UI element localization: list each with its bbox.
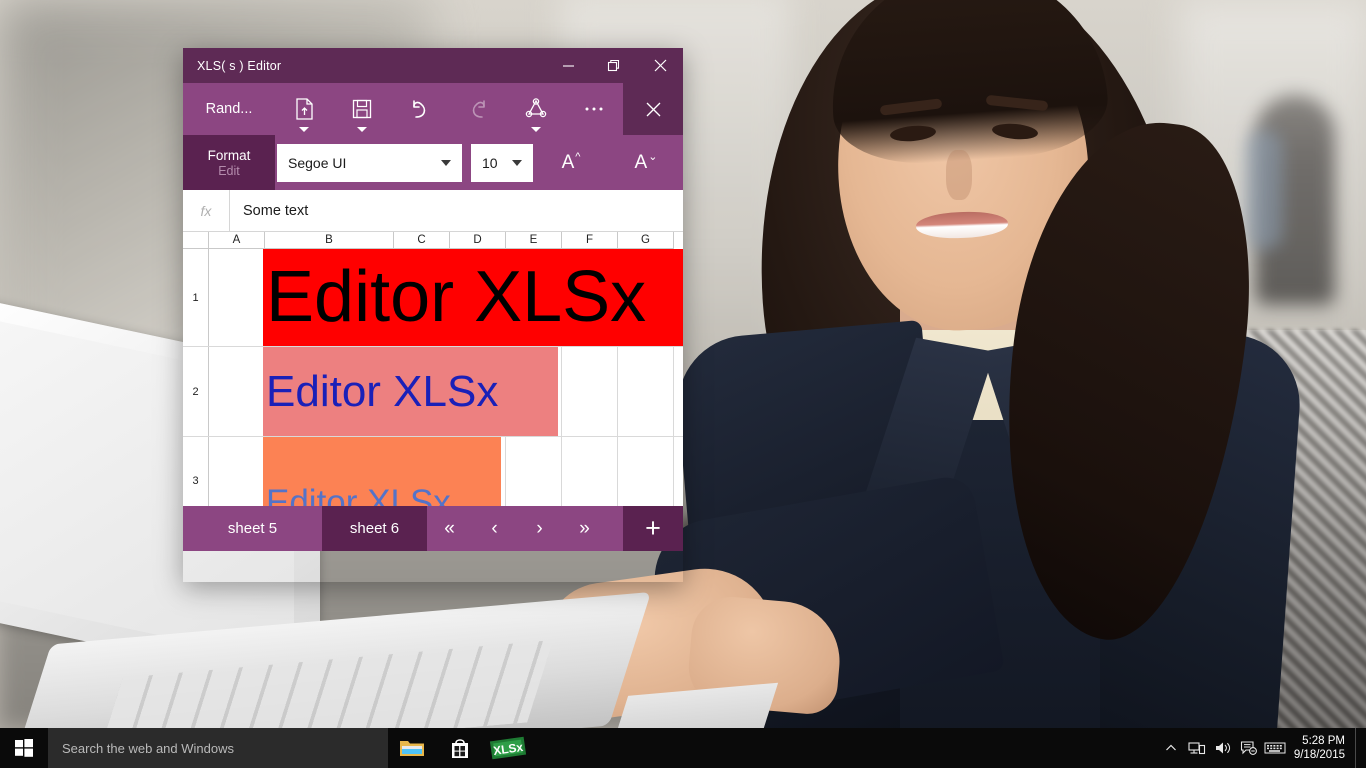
format-toolbar: Format Edit Segoe UI 10 A ^ A ⌄ bbox=[183, 135, 683, 190]
restore-button[interactable] bbox=[591, 48, 637, 83]
redo-button[interactable] bbox=[449, 83, 507, 135]
grow-font-button[interactable]: A ^ bbox=[533, 135, 608, 190]
row-header-2[interactable]: 2 bbox=[183, 347, 209, 436]
font-size-select[interactable]: 10 bbox=[471, 144, 533, 182]
clock[interactable]: 5:28 PM 9/18/2015 bbox=[1288, 734, 1355, 762]
clock-date: 9/18/2015 bbox=[1293, 749, 1345, 761]
first-sheet-icon[interactable]: « bbox=[427, 506, 472, 551]
column-header-c[interactable]: C bbox=[394, 232, 450, 249]
last-sheet-icon[interactable]: » bbox=[562, 506, 607, 551]
add-sheet-button[interactable]: + bbox=[623, 506, 683, 551]
search-input[interactable]: Search the web and Windows bbox=[48, 728, 388, 768]
new-document-caret-icon[interactable] bbox=[299, 127, 309, 132]
grow-font-label: A bbox=[561, 151, 575, 173]
shrink-font-label: A bbox=[634, 151, 648, 173]
clock-time: 5:28 PM bbox=[1302, 735, 1345, 747]
column-header-row: ABCDEFG bbox=[183, 232, 683, 249]
font-size-chevron-down-icon[interactable] bbox=[512, 160, 522, 166]
tab-edit[interactable]: Edit bbox=[218, 164, 240, 178]
search-placeholder: Search the web and Windows bbox=[62, 740, 234, 756]
sheet-tab-bar: sheet 5 sheet 6 «‹ ›» + bbox=[183, 506, 683, 551]
window-title: XLS( s ) Editor bbox=[197, 58, 282, 73]
sheet-tabs: sheet 5 sheet 6 bbox=[183, 506, 427, 551]
windows-taskbar: Search the web and Windows XLSx 5:28 PM … bbox=[0, 728, 1366, 768]
app-brand-label[interactable]: Rand... bbox=[183, 83, 275, 135]
font-family-select[interactable]: Segoe UI bbox=[277, 144, 462, 182]
main-toolbar: Rand... bbox=[183, 83, 683, 135]
cell-G3[interactable] bbox=[618, 437, 674, 506]
window-title-bar: XLS( s ) Editor bbox=[183, 48, 683, 83]
background-person-far-secondary bbox=[1245, 130, 1283, 250]
column-header-e[interactable]: E bbox=[506, 232, 562, 249]
caret-down-icon: ⌄ bbox=[648, 151, 658, 163]
action-center-icon[interactable] bbox=[1236, 740, 1262, 756]
font-family-chevron-down-icon[interactable] bbox=[441, 160, 451, 166]
close-toolbar-button[interactable] bbox=[623, 83, 683, 135]
cell-A2[interactable] bbox=[209, 347, 265, 436]
person-nose bbox=[946, 150, 972, 200]
caret-up-icon: ^ bbox=[575, 150, 581, 163]
show-desktop-button[interactable] bbox=[1355, 728, 1362, 768]
system-tray: 5:28 PM 9/18/2015 bbox=[1158, 728, 1366, 768]
save-button[interactable] bbox=[333, 83, 391, 135]
formula-input[interactable]: Some text bbox=[230, 203, 308, 219]
formula-bar[interactable]: fx Some text bbox=[183, 190, 683, 232]
column-header-b[interactable]: B bbox=[265, 232, 394, 249]
new-document-button[interactable] bbox=[275, 83, 333, 135]
previous-sheet-icon[interactable]: ‹ bbox=[472, 506, 517, 551]
tab-format[interactable]: Format bbox=[208, 148, 251, 163]
row-header-3[interactable]: 3 bbox=[183, 437, 209, 506]
cell-text-B2: Editor XLSx bbox=[266, 366, 499, 416]
share-caret-icon[interactable] bbox=[531, 127, 541, 132]
font-size-value: 10 bbox=[482, 155, 498, 171]
cell-E3[interactable] bbox=[506, 437, 562, 506]
network-icon[interactable] bbox=[1184, 740, 1210, 756]
grid-row-3[interactable]: 3 Editor XLSx bbox=[183, 437, 683, 506]
share-button[interactable] bbox=[507, 83, 565, 135]
cell-text-B3: Editor XLSx bbox=[266, 483, 451, 506]
show-hidden-icons-icon[interactable] bbox=[1158, 741, 1184, 755]
toolbar-icon-group bbox=[275, 83, 623, 135]
cell-A3[interactable] bbox=[209, 437, 265, 506]
cell-A1[interactable] bbox=[209, 249, 265, 346]
sheet-tab-sheet-6[interactable]: sheet 6 bbox=[322, 506, 427, 551]
shrink-font-button[interactable]: A ⌄ bbox=[608, 135, 683, 190]
undo-button[interactable] bbox=[391, 83, 449, 135]
cell-F3[interactable] bbox=[562, 437, 618, 506]
next-sheet-icon[interactable]: › bbox=[517, 506, 562, 551]
font-family-value: Segoe UI bbox=[288, 155, 347, 171]
file-explorer-icon[interactable] bbox=[388, 728, 436, 768]
cell-text-B1: Editor XLSx bbox=[266, 256, 647, 337]
format-tab-group: Format Edit bbox=[183, 135, 275, 190]
more-options-button[interactable] bbox=[565, 83, 623, 135]
grid-rows: 1Editor XLSx2Editor XLSx3Editor XLSx4 bbox=[183, 249, 683, 506]
sheet-tab-sheet-5[interactable]: sheet 5 bbox=[183, 506, 322, 551]
cell-G2[interactable] bbox=[618, 347, 674, 436]
windows-store-icon[interactable] bbox=[436, 728, 484, 768]
sheet-navigation: «‹ ›» bbox=[427, 506, 607, 551]
column-header-f[interactable]: F bbox=[562, 232, 618, 249]
minimize-button[interactable] bbox=[545, 48, 591, 83]
column-header-d[interactable]: D bbox=[450, 232, 506, 249]
grid-row-2[interactable]: 2 Editor XLSx bbox=[183, 347, 683, 437]
xlsx-editor-icon[interactable]: XLSx bbox=[484, 728, 532, 768]
column-header-g[interactable]: G bbox=[618, 232, 674, 249]
select-all-corner[interactable] bbox=[183, 232, 209, 249]
touch-keyboard-icon[interactable] bbox=[1262, 741, 1288, 755]
person-hair-front bbox=[823, 0, 1112, 170]
save-caret-icon[interactable] bbox=[357, 127, 367, 132]
fx-icon: fx bbox=[200, 202, 212, 219]
row-header-1[interactable]: 1 bbox=[183, 249, 209, 346]
close-button[interactable] bbox=[637, 48, 683, 83]
grid-row-1[interactable]: 1 Editor XLSx bbox=[183, 249, 683, 347]
cell-F2[interactable] bbox=[562, 347, 618, 436]
start-button[interactable] bbox=[0, 728, 48, 768]
spreadsheet-grid[interactable]: ABCDEFG 1 Editor XLSx 2 Editor XLSx 3 Editor … bbox=[183, 232, 683, 506]
column-header-a[interactable]: A bbox=[209, 232, 265, 249]
volume-icon[interactable] bbox=[1210, 740, 1236, 756]
xls-editor-window: XLS( s ) Editor Rand... Format Edit Sego… bbox=[183, 48, 683, 582]
